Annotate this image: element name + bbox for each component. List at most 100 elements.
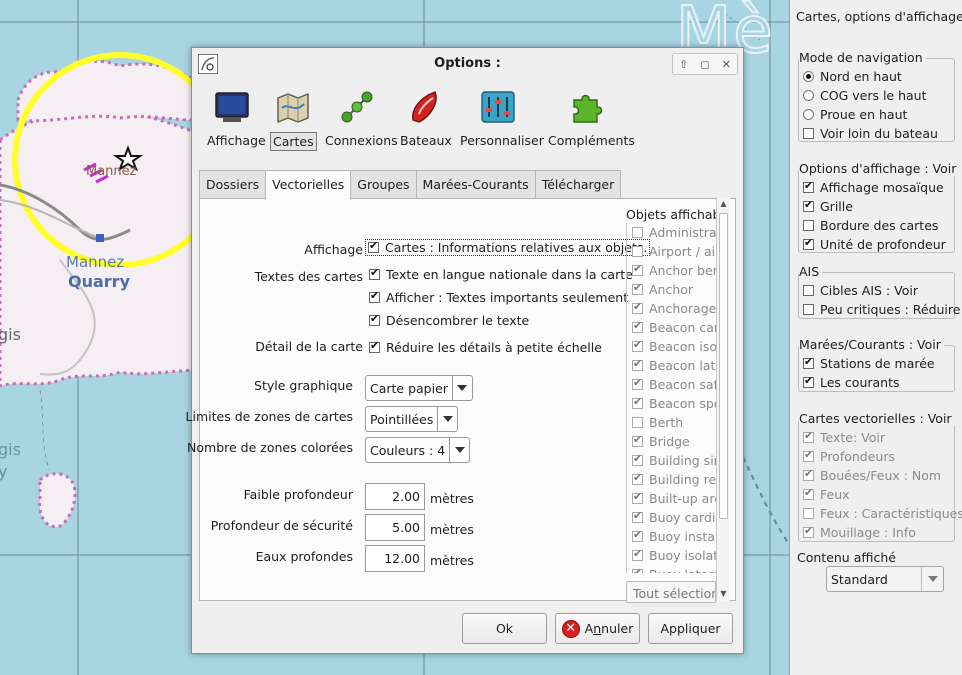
list-item[interactable]: Administration area	[627, 223, 716, 242]
minimize-targets-checkbox[interactable]: Peu critiques : Réduire	[803, 302, 960, 317]
checkbox-box	[632, 528, 643, 542]
scroll-down-icon[interactable]: ▼	[717, 587, 730, 601]
important-text-checkbox[interactable]: Afficher : Textes importants seulement	[369, 289, 628, 305]
tab-marees-courants[interactable]: Marées-Courants	[415, 170, 536, 199]
list-item[interactable]: Anchor	[627, 280, 716, 299]
tab-dossiers[interactable]: Dossiers	[199, 170, 267, 199]
category-cartes[interactable]: Cartes	[270, 88, 317, 151]
anchoring-info-checkbox[interactable]: Mouillage : Info	[803, 524, 916, 540]
show-text-checkbox[interactable]: Texte: Voir	[803, 429, 885, 445]
list-item[interactable]: Building religious	[627, 470, 716, 489]
list-item[interactable]: Building single	[627, 451, 716, 470]
list-item[interactable]: Airport / airfield	[627, 242, 716, 261]
objects-scrollbar[interactable]: ▲ ▼	[716, 197, 730, 601]
lights-checkbox[interactable]: Feux	[803, 486, 850, 502]
display-category-label: Contenu affiché	[797, 550, 896, 565]
unit-label: mètres	[430, 491, 474, 506]
checkbox-box	[803, 429, 814, 443]
soundings-checkbox[interactable]: Profondeurs	[803, 448, 895, 464]
list-item[interactable]: Berth	[627, 413, 716, 432]
graphic-style-select[interactable]: Carte papier	[365, 375, 473, 401]
boundaries-select[interactable]: Pointillées	[365, 406, 459, 432]
objects-list[interactable]: Administration area Airport / airfield Anc…	[626, 223, 716, 573]
list-item-label: Anchor	[649, 282, 694, 297]
affichage-label: Affichage	[304, 242, 363, 257]
chart-texts-label: Textes des cartes	[254, 269, 363, 284]
tide-stations-checkbox[interactable]: Stations de marée	[803, 355, 935, 371]
list-item[interactable]: Buoy cardinal	[627, 508, 716, 527]
close-window-icon[interactable]: ✕	[716, 58, 736, 71]
cancel-button[interactable]: ✕ Annuler	[555, 613, 640, 644]
list-item[interactable]: Buoy isolated danger	[627, 546, 716, 565]
currents-checkbox[interactable]: Les courants	[803, 374, 900, 390]
maximize-window-icon[interactable]: ◻	[695, 58, 715, 71]
list-item[interactable]: Beacon special purpose	[627, 394, 716, 413]
north-up-radio[interactable]: Nord en haut	[803, 69, 902, 84]
scroll-up-icon[interactable]: ▲	[717, 197, 730, 211]
shallow-depth-input[interactable]: 2.00	[365, 483, 425, 510]
list-item[interactable]: Beacon safe water	[627, 375, 716, 394]
object-info-checkbox[interactable]: Cartes : Informations relatives aux obje…	[365, 239, 651, 256]
select-value: Couleurs : 4	[370, 442, 446, 458]
display-category-select[interactable]: Standard	[826, 566, 944, 592]
group-title: AIS	[799, 264, 823, 279]
head-up-radio[interactable]: Proue en haut	[803, 107, 907, 122]
tab-groupes[interactable]: Groupes	[350, 170, 417, 199]
list-item[interactable]: Built-up area	[627, 489, 716, 508]
color-zones-select[interactable]: Couleurs : 4	[365, 437, 471, 463]
group-title: Cartes vectorielles : Voir	[799, 411, 955, 426]
select-all-button[interactable]: Tout sélectionner	[626, 581, 716, 603]
list-item-label: Beacon special purpose	[649, 396, 716, 411]
list-item[interactable]: Buoy lateral	[627, 565, 716, 573]
checkbox-box	[369, 339, 380, 353]
depth-unit-checkbox[interactable]: Unité de profondeur	[803, 236, 946, 252]
list-item-label: Beacon cardinal	[649, 320, 716, 335]
apply-button[interactable]: Appliquer	[648, 613, 733, 644]
chart-outlines-checkbox[interactable]: Bordure des cartes	[803, 218, 938, 233]
ok-button[interactable]: Ok	[462, 613, 547, 644]
checkbox-label: Feux	[820, 487, 850, 502]
reduce-detail-checkbox[interactable]: Réduire les détails à petite échelle	[369, 339, 602, 355]
checkbox-label: Les courants	[820, 375, 900, 390]
light-descriptions-checkbox[interactable]: Feux : Caractéristiques	[803, 506, 962, 521]
tab-telecharger[interactable]: Télécharger	[534, 170, 622, 199]
dialog-titlebar[interactable]: Options : ⇧ ◻ ✕	[192, 48, 743, 78]
vector-charts-group: Cartes vectorielles : Voir Texte: Voir P…	[798, 411, 962, 542]
checkbox-box	[632, 227, 643, 238]
radio-dot	[803, 90, 814, 101]
national-text-checkbox[interactable]: Texte en langue nationale dans la carte	[369, 266, 633, 282]
tiling-checkbox[interactable]: Affichage mosaïque	[803, 179, 944, 195]
list-item[interactable]: Bridge	[627, 432, 716, 451]
grid-checkbox[interactable]: Grille	[803, 198, 853, 214]
checkbox-box	[803, 486, 814, 500]
deep-water-input[interactable]: 12.00	[365, 545, 425, 572]
checkbox-label: Stations de marée	[820, 356, 935, 371]
list-item[interactable]: Anchorage area	[627, 299, 716, 318]
category-bateaux[interactable]: Bateaux	[398, 88, 452, 149]
look-ahead-checkbox[interactable]: Voir loin du bateau	[803, 126, 938, 141]
list-item[interactable]: Beacon lateral	[627, 356, 716, 375]
category-label: Bateaux	[400, 133, 452, 148]
radio-label: Nord en haut	[820, 69, 902, 84]
radio-label: COG vers le haut	[820, 88, 927, 103]
list-item[interactable]: Beacon isolated danger	[627, 337, 716, 356]
ais-targets-checkbox[interactable]: Cibles AIS : Voir	[803, 283, 918, 298]
category-connexions[interactable]: Connexions	[323, 88, 398, 149]
checkbox-label: Profondeurs	[820, 449, 895, 464]
checkbox-label: Mouillage : Info	[820, 525, 916, 540]
list-item[interactable]: Buoy installation	[627, 527, 716, 546]
list-item[interactable]: Anchor berth	[627, 261, 716, 280]
safety-depth-input[interactable]: 5.00	[365, 514, 425, 541]
cog-up-radio[interactable]: COG vers le haut	[803, 88, 926, 103]
tab-vectorielles[interactable]: Vectorielles	[265, 170, 352, 200]
category-complements[interactable]: Compléments	[546, 88, 635, 149]
category-affichage[interactable]: Affichage	[205, 88, 266, 149]
buoy-light-labels-checkbox[interactable]: Bouées/Feux : Nom	[803, 467, 941, 483]
shade-window-icon[interactable]: ⇧	[674, 58, 694, 71]
scrollbar-thumb[interactable]	[719, 213, 728, 519]
checkbox-box	[632, 417, 643, 428]
category-label: Personnaliser	[460, 133, 544, 148]
declutter-text-checkbox[interactable]: Désencombrer le texte	[369, 312, 529, 328]
list-item[interactable]: Beacon cardinal	[627, 318, 716, 337]
category-personnaliser[interactable]: Personnaliser	[458, 88, 544, 149]
